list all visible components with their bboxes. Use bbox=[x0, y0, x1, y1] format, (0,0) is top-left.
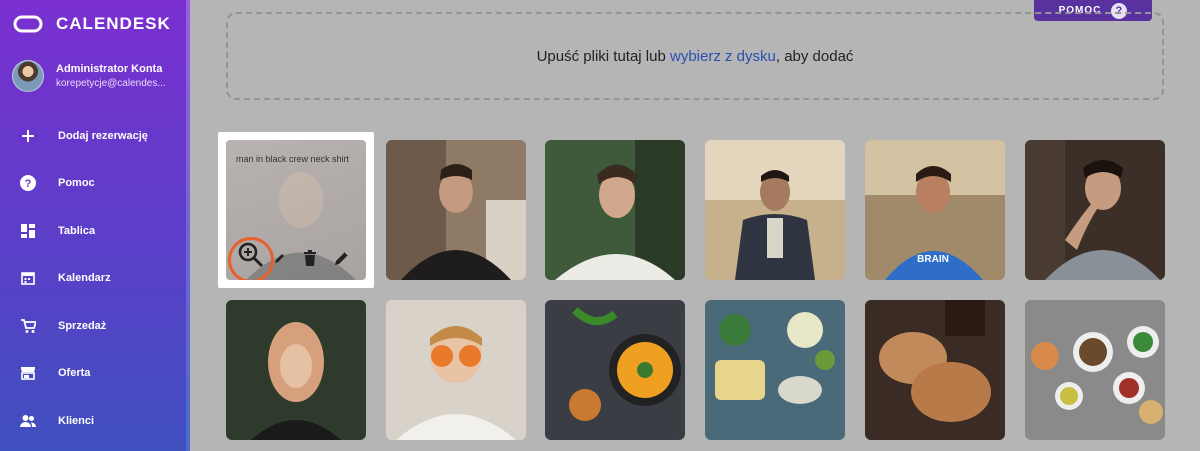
sidebar-item-label: Pomoc bbox=[58, 177, 95, 190]
sidebar-nav: Dodaj rezerwację ? Pomoc Tablica Kalenda… bbox=[0, 112, 190, 445]
dashboard-icon bbox=[20, 223, 36, 239]
zoom-highlight-ring bbox=[228, 237, 274, 280]
sidebar-item-label: Dodaj rezerwację bbox=[58, 129, 148, 142]
image-actions bbox=[226, 237, 366, 280]
selected-image-overlay: man in black crew neck shirt bbox=[226, 140, 366, 280]
sidebar-item-offer[interactable]: Oferta bbox=[0, 350, 190, 398]
image-bread-dips[interactable] bbox=[705, 300, 845, 440]
dropzone-text-after: , aby dodać bbox=[775, 47, 854, 65]
image-man-black-shirt[interactable] bbox=[386, 140, 526, 280]
sidebar-item-label: Sprzedaż bbox=[58, 319, 107, 332]
sidebar-item-clients[interactable]: Klienci bbox=[0, 397, 190, 445]
sidebar-item-label: Kalendarz bbox=[58, 272, 111, 285]
people-icon bbox=[20, 413, 36, 429]
account-email: korepetycje@calendes... bbox=[56, 78, 166, 89]
cart-icon bbox=[20, 318, 36, 334]
svg-text:BRAIN: BRAIN bbox=[917, 254, 949, 265]
image-woman-portrait[interactable] bbox=[226, 300, 366, 440]
image-man-blue-tshirt[interactable]: BRAIN bbox=[865, 140, 1005, 280]
main-content: POMOC ? Upuść pliki tutaj lub wybierz z … bbox=[190, 0, 1200, 451]
calendesk-logo-icon bbox=[13, 15, 43, 33]
choose-from-disk-link[interactable]: wybierz z dysku bbox=[670, 48, 776, 65]
image-soup-bowl[interactable] bbox=[545, 300, 685, 440]
sidebar-item-label: Klienci bbox=[58, 414, 95, 427]
image-man-jacket-field[interactable] bbox=[705, 140, 845, 280]
plus-icon bbox=[20, 128, 36, 144]
sidebar-item-label: Oferta bbox=[58, 367, 91, 380]
store-icon bbox=[20, 365, 36, 381]
image-caption: man in black crew neck shirt bbox=[236, 154, 350, 164]
image-food-dishes[interactable] bbox=[1025, 300, 1165, 440]
calendar-icon bbox=[20, 270, 36, 286]
sidebar-item-label: Tablica bbox=[58, 224, 96, 237]
file-dropzone[interactable]: Upuść pliki tutaj lub wybierz z dysku , … bbox=[226, 12, 1164, 100]
dropzone-text-before: Upuść pliki tutaj lub bbox=[536, 47, 670, 65]
brand-name: CALENDESK bbox=[56, 14, 171, 33]
delete-icon[interactable] bbox=[300, 248, 320, 268]
sidebar-item-dashboard[interactable]: Tablica bbox=[0, 207, 190, 255]
account-info[interactable]: Administrator Konta korepetycje@calendes… bbox=[12, 60, 166, 92]
image-bread-rolls[interactable] bbox=[865, 300, 1005, 440]
account-name: Administrator Konta bbox=[56, 63, 163, 75]
edit-icon[interactable] bbox=[332, 248, 352, 268]
sidebar-item-help[interactable]: ? Pomoc bbox=[0, 160, 190, 208]
svg-text:?: ? bbox=[25, 178, 32, 190]
brand[interactable]: CALENDESK bbox=[12, 14, 171, 34]
image-child-orange-slices[interactable] bbox=[386, 300, 526, 440]
image-man-grey-shirt-pose[interactable] bbox=[1025, 140, 1165, 280]
sidebar-item-sales[interactable]: Sprzedaż bbox=[0, 302, 190, 350]
avatar bbox=[12, 60, 44, 92]
sidebar-item-add-booking[interactable]: Dodaj rezerwację bbox=[0, 112, 190, 160]
image-man-white-shirt-garden[interactable] bbox=[545, 140, 685, 280]
sidebar-item-calendar[interactable]: Kalendarz bbox=[0, 255, 190, 303]
sidebar: CALENDESK Administrator Konta korepetycj… bbox=[0, 0, 190, 451]
help-circle-icon: ? bbox=[20, 175, 36, 192]
selected-image-tile[interactable]: man in black crew neck shirt bbox=[218, 132, 374, 288]
